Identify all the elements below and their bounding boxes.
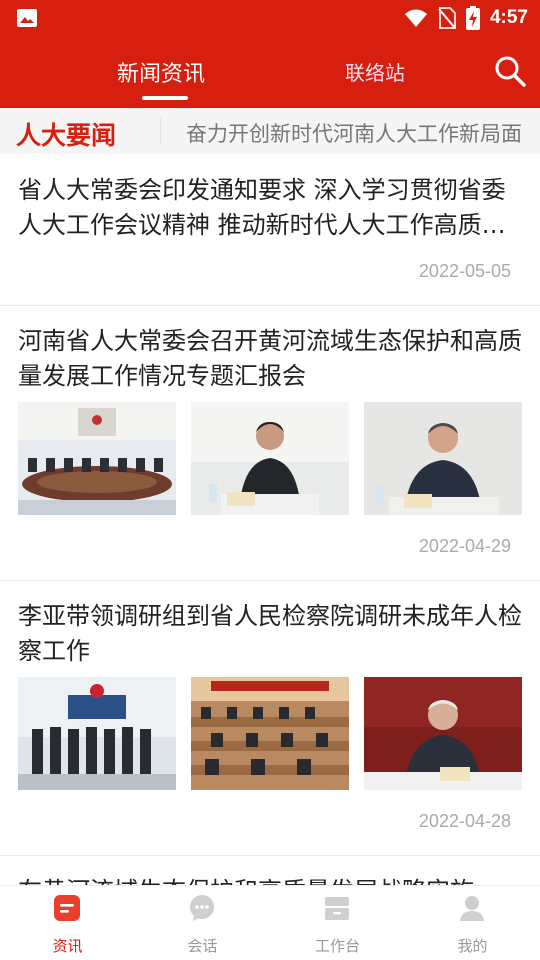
status-bar: 4:57 (0, 0, 540, 36)
news-photo[interactable] (191, 677, 349, 790)
tabbar-label: 会话 (187, 937, 218, 955)
news-date: 2022-04-29 (418, 536, 511, 556)
news-item[interactable]: 河南省人大常委会召开黄河流域生态保护和高质量发展工作情况专题汇报会 2022-0… (0, 306, 540, 581)
no-sim-icon (438, 7, 456, 29)
news-photo[interactable] (364, 677, 522, 790)
profile-icon (460, 896, 484, 921)
tabbar-label: 工作台 (314, 937, 360, 955)
news-photo[interactable] (18, 402, 176, 515)
news-title[interactable]: 在黄河流域生态保护和高质量发展战略实施 (18, 874, 523, 885)
news-item[interactable]: 省人大常委会印发通知要求 深入学习贯彻省委人大工作会议精神 推动新时代人大工作高… (0, 154, 540, 306)
news-list: 省人大常委会印发通知要求 深入学习贯彻省委人大工作会议精神 推动新时代人大工作高… (0, 154, 540, 885)
workbench-icon (325, 897, 349, 920)
ticker-headline[interactable]: 奋力开创新时代河南人大工作新局面 (186, 118, 522, 148)
chat-icon (190, 895, 214, 921)
tab-news[interactable]: 新闻资讯 (117, 56, 205, 88)
news-date: 2022-04-28 (418, 811, 511, 831)
news-item[interactable]: 李亚带领调研组到省人民检察院调研未成年人检察工作 2022-04-28 (0, 581, 540, 856)
tabbar-label: 资讯 (52, 937, 83, 955)
news-date: 2022-05-05 (418, 261, 511, 281)
tabbar-item-news[interactable]: 资讯 (0, 886, 135, 960)
tabbar-item-profile[interactable]: 我的 (405, 886, 540, 960)
news-item[interactable]: 在黄河流域生态保护和高质量发展战略实施 (0, 856, 540, 885)
news-image-row (18, 677, 522, 790)
news-image-row (18, 402, 522, 515)
image-icon (17, 9, 37, 27)
tabbar-label: 我的 (457, 937, 488, 955)
ticker-label: 人大要闻 (16, 121, 117, 150)
news-icon (54, 895, 80, 921)
top-nav: 新闻资讯 联络站 (0, 36, 540, 108)
headline-ticker[interactable]: 人大要闻 奋力开创新时代河南人大工作新局面 (0, 108, 540, 154)
active-tab-indicator (142, 96, 188, 100)
news-photo[interactable] (364, 402, 522, 515)
ticker-divider (160, 118, 161, 144)
search-icon[interactable] (492, 53, 528, 89)
news-photo[interactable] (191, 402, 349, 515)
news-title[interactable]: 河南省人大常委会召开黄河流域生态保护和高质量发展工作情况专题汇报会 (18, 324, 523, 394)
news-photo[interactable] (18, 677, 176, 790)
tab-contact-station[interactable]: 联络站 (345, 57, 405, 86)
battery-charging-icon (465, 6, 480, 30)
wifi-icon (404, 9, 427, 27)
tabbar-item-chat[interactable]: 会话 (135, 886, 270, 960)
tabbar-item-workbench[interactable]: 工作台 (270, 886, 405, 960)
news-title[interactable]: 省人大常委会印发通知要求 深入学习贯彻省委人大工作会议精神 推动新时代人大工作高… (18, 173, 523, 243)
status-time: 4:57 (489, 7, 528, 28)
news-title[interactable]: 李亚带领调研组到省人民检察院调研未成年人检察工作 (18, 599, 523, 669)
bottom-tab-bar: 资讯 会话 工作台 我的 (0, 885, 540, 960)
